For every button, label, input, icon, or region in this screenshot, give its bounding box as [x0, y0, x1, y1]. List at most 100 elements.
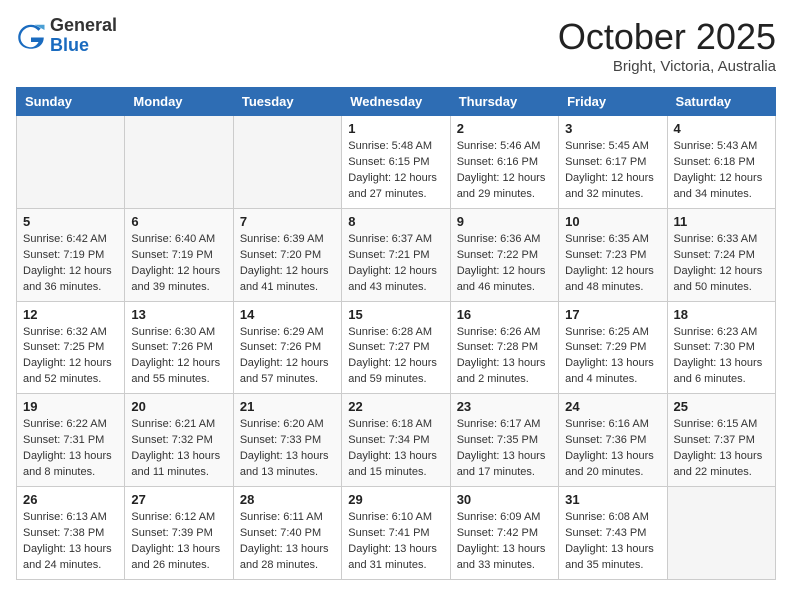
- weekday-sunday: Sunday: [17, 88, 125, 116]
- day-cell: 1 Sunrise: 5:48 AMSunset: 6:15 PMDaylight…: [342, 116, 450, 209]
- day-cell: 16Sunrise: 6:26 AMSunset: 7:28 PMDayligh…: [450, 301, 558, 394]
- day-info: Sunrise: 6:36 AMSunset: 7:22 PMDaylight:…: [457, 232, 552, 296]
- day-info: Sunrise: 6:10 AMSunset: 7:41 PMDaylight:…: [348, 510, 443, 574]
- day-info: Sunrise: 5:43 AMSunset: 6:18 PMDaylight:…: [674, 139, 769, 203]
- day-number: 16: [457, 307, 552, 322]
- day-info: Sunrise: 6:22 AMSunset: 7:31 PMDaylight:…: [23, 417, 118, 481]
- day-number: 19: [23, 399, 118, 414]
- day-cell: 13Sunrise: 6:30 AMSunset: 7:26 PMDayligh…: [125, 301, 233, 394]
- day-info: Sunrise: 6:25 AMSunset: 7:29 PMDaylight:…: [565, 325, 660, 389]
- weekday-saturday: Saturday: [667, 88, 775, 116]
- day-info: Sunrise: 6:42 AMSunset: 7:19 PMDaylight:…: [23, 232, 118, 296]
- day-cell: 31 Sunrise: 6:08 AMSunset: 7:43 PMDayligh…: [559, 487, 667, 580]
- day-number: 7: [240, 214, 335, 229]
- day-info: Sunrise: 5:45 AMSunset: 6:17 PMDaylight:…: [565, 139, 660, 203]
- day-number: 17: [565, 307, 660, 322]
- day-number: 27: [131, 492, 226, 507]
- day-cell: 24 Sunrise: 6:16 AMSunset: 7:36 PMDayligh…: [559, 394, 667, 487]
- day-cell: 19 Sunrise: 6:22 AMSunset: 7:31 PMDayligh…: [17, 394, 125, 487]
- day-cell: 2 Sunrise: 5:46 AMSunset: 6:16 PMDaylight…: [450, 116, 558, 209]
- week-row-4: 19 Sunrise: 6:22 AMSunset: 7:31 PMDayligh…: [17, 394, 776, 487]
- day-number: 18: [674, 307, 769, 322]
- day-cell: 27 Sunrise: 6:12 AMSunset: 7:39 PMDayligh…: [125, 487, 233, 580]
- day-cell: 11Sunrise: 6:33 AMSunset: 7:24 PMDayligh…: [667, 208, 775, 301]
- day-info: Sunrise: 5:46 AMSunset: 6:16 PMDaylight:…: [457, 139, 552, 203]
- day-number: 21: [240, 399, 335, 414]
- location: Bright, Victoria, Australia: [558, 58, 776, 75]
- day-number: 11: [674, 214, 769, 229]
- day-number: 3: [565, 121, 660, 136]
- day-cell: 14 Sunrise: 6:29 AMSunset: 7:26 PMDayligh…: [233, 301, 341, 394]
- day-cell: 29 Sunrise: 6:10 AMSunset: 7:41 PMDayligh…: [342, 487, 450, 580]
- logo-text: General Blue: [50, 16, 117, 56]
- weekday-header: SundayMondayTuesdayWednesdayThursdayFrid…: [17, 88, 776, 116]
- day-cell: [17, 116, 125, 209]
- day-info: Sunrise: 6:37 AMSunset: 7:21 PMDaylight:…: [348, 232, 443, 296]
- day-cell: [667, 487, 775, 580]
- day-number: 31: [565, 492, 660, 507]
- day-cell: 28 Sunrise: 6:11 AMSunset: 7:40 PMDayligh…: [233, 487, 341, 580]
- day-cell: 9 Sunrise: 6:36 AMSunset: 7:22 PMDaylight…: [450, 208, 558, 301]
- weekday-thursday: Thursday: [450, 88, 558, 116]
- day-info: Sunrise: 6:20 AMSunset: 7:33 PMDaylight:…: [240, 417, 335, 481]
- day-cell: 26 Sunrise: 6:13 AMSunset: 7:38 PMDayligh…: [17, 487, 125, 580]
- day-info: Sunrise: 6:35 AMSunset: 7:23 PMDaylight:…: [565, 232, 660, 296]
- page-header: General Blue October 2025 Bright, Victor…: [16, 16, 776, 75]
- day-number: 26: [23, 492, 118, 507]
- day-info: Sunrise: 6:11 AMSunset: 7:40 PMDaylight:…: [240, 510, 335, 574]
- day-cell: 30 Sunrise: 6:09 AMSunset: 7:42 PMDayligh…: [450, 487, 558, 580]
- day-cell: 23 Sunrise: 6:17 AMSunset: 7:35 PMDayligh…: [450, 394, 558, 487]
- day-cell: 5 Sunrise: 6:42 AMSunset: 7:19 PMDaylight…: [17, 208, 125, 301]
- calendar: SundayMondayTuesdayWednesdayThursdayFrid…: [16, 87, 776, 580]
- day-info: Sunrise: 6:23 AMSunset: 7:30 PMDaylight:…: [674, 325, 769, 389]
- day-cell: 8 Sunrise: 6:37 AMSunset: 7:21 PMDaylight…: [342, 208, 450, 301]
- day-info: Sunrise: 6:29 AMSunset: 7:26 PMDaylight:…: [240, 325, 335, 389]
- day-cell: 22Sunrise: 6:18 AMSunset: 7:34 PMDayligh…: [342, 394, 450, 487]
- logo-icon: [16, 21, 46, 51]
- week-row-1: 1 Sunrise: 5:48 AMSunset: 6:15 PMDaylight…: [17, 116, 776, 209]
- day-cell: 15Sunrise: 6:28 AMSunset: 7:27 PMDayligh…: [342, 301, 450, 394]
- week-row-2: 5 Sunrise: 6:42 AMSunset: 7:19 PMDaylight…: [17, 208, 776, 301]
- day-info: Sunrise: 6:12 AMSunset: 7:39 PMDaylight:…: [131, 510, 226, 574]
- day-number: 25: [674, 399, 769, 414]
- day-info: Sunrise: 6:08 AMSunset: 7:43 PMDaylight:…: [565, 510, 660, 574]
- weekday-friday: Friday: [559, 88, 667, 116]
- day-number: 6: [131, 214, 226, 229]
- day-number: 5: [23, 214, 118, 229]
- day-info: Sunrise: 6:32 AMSunset: 7:25 PMDaylight:…: [23, 325, 118, 389]
- day-cell: 7Sunrise: 6:39 AMSunset: 7:20 PMDaylight…: [233, 208, 341, 301]
- day-info: Sunrise: 6:18 AMSunset: 7:34 PMDaylight:…: [348, 417, 443, 481]
- month-title: October 2025: [558, 16, 776, 58]
- day-info: Sunrise: 6:13 AMSunset: 7:38 PMDaylight:…: [23, 510, 118, 574]
- day-cell: 6Sunrise: 6:40 AMSunset: 7:19 PMDaylight…: [125, 208, 233, 301]
- day-info: Sunrise: 6:21 AMSunset: 7:32 PMDaylight:…: [131, 417, 226, 481]
- day-info: Sunrise: 6:09 AMSunset: 7:42 PMDaylight:…: [457, 510, 552, 574]
- day-number: 12: [23, 307, 118, 322]
- day-cell: 4Sunrise: 5:43 AMSunset: 6:18 PMDaylight…: [667, 116, 775, 209]
- weekday-wednesday: Wednesday: [342, 88, 450, 116]
- day-number: 30: [457, 492, 552, 507]
- day-info: Sunrise: 5:48 AMSunset: 6:15 PMDaylight:…: [348, 139, 443, 203]
- day-number: 20: [131, 399, 226, 414]
- day-number: 14: [240, 307, 335, 322]
- calendar-body: 1 Sunrise: 5:48 AMSunset: 6:15 PMDaylight…: [17, 116, 776, 580]
- day-info: Sunrise: 6:28 AMSunset: 7:27 PMDaylight:…: [348, 325, 443, 389]
- day-number: 28: [240, 492, 335, 507]
- day-number: 29: [348, 492, 443, 507]
- day-number: 2: [457, 121, 552, 136]
- day-number: 24: [565, 399, 660, 414]
- day-info: Sunrise: 6:30 AMSunset: 7:26 PMDaylight:…: [131, 325, 226, 389]
- day-cell: [125, 116, 233, 209]
- day-cell: [233, 116, 341, 209]
- day-number: 8: [348, 214, 443, 229]
- day-cell: 3 Sunrise: 5:45 AMSunset: 6:17 PMDaylight…: [559, 116, 667, 209]
- day-info: Sunrise: 6:17 AMSunset: 7:35 PMDaylight:…: [457, 417, 552, 481]
- day-cell: 17 Sunrise: 6:25 AMSunset: 7:29 PMDayligh…: [559, 301, 667, 394]
- day-cell: 21 Sunrise: 6:20 AMSunset: 7:33 PMDayligh…: [233, 394, 341, 487]
- day-number: 9: [457, 214, 552, 229]
- weekday-monday: Monday: [125, 88, 233, 116]
- day-number: 23: [457, 399, 552, 414]
- day-number: 1: [348, 121, 443, 136]
- day-info: Sunrise: 6:16 AMSunset: 7:36 PMDaylight:…: [565, 417, 660, 481]
- day-info: Sunrise: 6:15 AMSunset: 7:37 PMDaylight:…: [674, 417, 769, 481]
